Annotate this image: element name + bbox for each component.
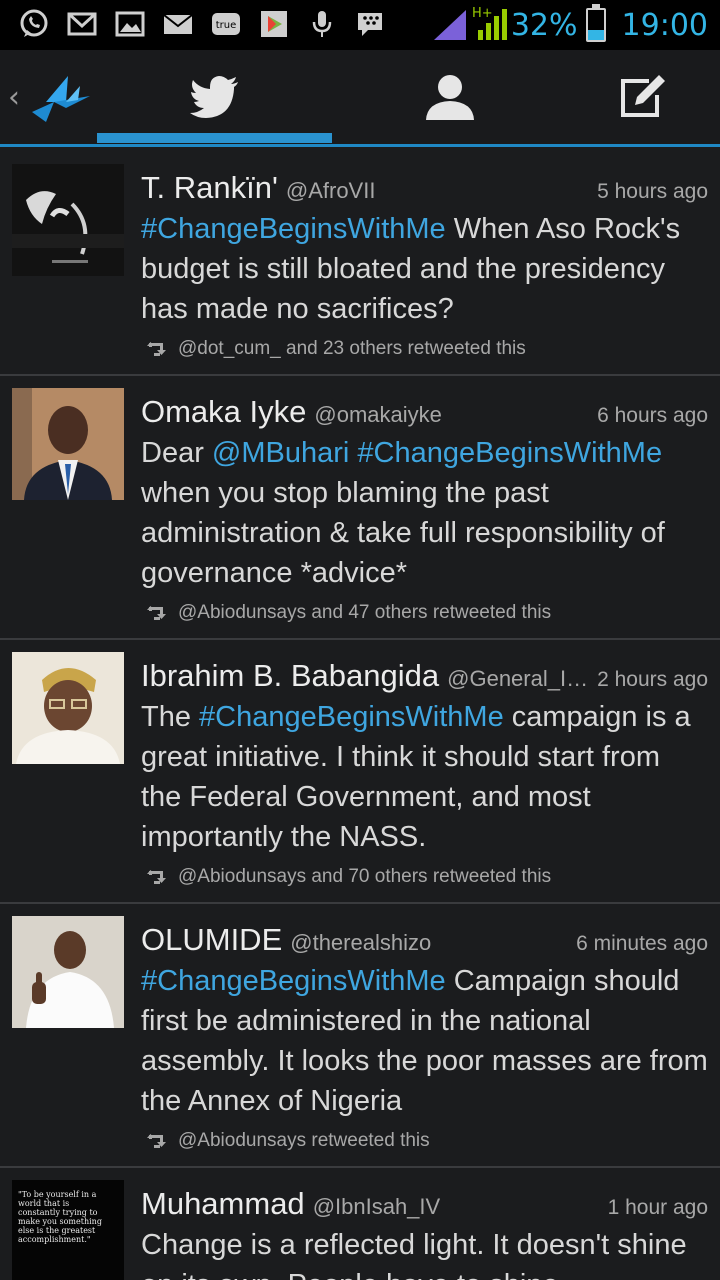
retweet-info: @Abiodunsays and 70 others retweeted thi… [146, 866, 551, 888]
microphone-icon [312, 11, 332, 37]
back-caret-icon[interactable]: ‹ [8, 80, 20, 115]
retweet-info: @Abiodunsays and 47 others retweeted thi… [146, 602, 551, 624]
tweet-time: 6 minutes ago [576, 932, 708, 955]
tweet-time: 2 hours ago [597, 668, 708, 691]
man-in-cap-avatar[interactable] [12, 652, 124, 764]
battery-percent: 32% [510, 7, 578, 43]
twitter-bird-icon [189, 76, 238, 118]
tweet-text: Dear [141, 437, 212, 469]
gallery-icon [115, 11, 145, 37]
tweet-item[interactable]: OLUMIDE @therealshizo 6 minutes ago #Cha… [0, 904, 720, 1168]
hashtag-link[interactable]: #ChangeBeginsWithMe [141, 213, 446, 245]
author-handle[interactable]: @AfroVII [286, 178, 376, 204]
tab-timeline[interactable] [97, 50, 332, 144]
retweet-text: @Abiodunsays retweeted this [178, 1130, 430, 1151]
thumbs-up-man-avatar[interactable] [12, 916, 124, 1028]
tweet-body[interactable]: #ChangeBeginsWithMe Campaign should firs… [141, 961, 708, 1121]
author-handle[interactable]: @therealshizo [290, 930, 431, 956]
tweet-text: Change is a reflected light. It doesn't … [141, 1229, 687, 1280]
retweet-text: @Abiodunsays and 70 others retweeted thi… [178, 866, 552, 887]
retweet-info: @dot_cum_ and 23 others retweeted this [146, 338, 526, 360]
clock: 19:00 [621, 7, 708, 43]
author-name[interactable]: Muhammad [141, 1186, 305, 1222]
author-handle[interactable]: @omakaiyke [314, 402, 442, 428]
tweet-time: 5 hours ago [597, 180, 708, 203]
email-icon [163, 14, 193, 34]
author-handle[interactable]: @IbnIsah_IV [313, 1194, 441, 1220]
signal-icon [434, 10, 466, 40]
mention-link[interactable]: @MBuhari [212, 437, 349, 469]
author-name[interactable]: Omaka Iyke [141, 394, 306, 430]
retweet-info: @Abiodunsays retweeted this [146, 1130, 430, 1152]
battery-icon [585, 4, 606, 42]
retweet-icon [147, 606, 166, 620]
retweet-icon [147, 342, 166, 356]
tweet-item[interactable]: Omaka Iyke @omakaiyke 6 hours ago Dear @… [0, 376, 720, 640]
status-bar: true H+ 32% 19:00 [0, 0, 720, 50]
retweet-icon [147, 870, 166, 884]
action-bar: ‹ [0, 50, 720, 147]
author-name[interactable]: T. Rankïn' [141, 170, 278, 206]
tab-profile[interactable] [332, 50, 567, 144]
playstore-icon [261, 11, 287, 37]
retweet-text: @dot_cum_ and 23 others retweeted this [178, 338, 526, 359]
tweet-body[interactable]: #ChangeBeginsWithMe When Aso Rock's budg… [141, 209, 708, 329]
retweet-text: @Abiodunsays and 47 others retweeted thi… [178, 602, 552, 623]
tweet-item[interactable]: T. Rankïn' @AfroVII 5 hours ago #ChangeB… [0, 150, 720, 376]
avatar-quote-text: "To be yourself in a world that is const… [18, 1190, 102, 1244]
hashtag-link[interactable]: #ChangeBeginsWithMe [141, 965, 446, 997]
tab-compose[interactable] [567, 50, 720, 144]
app-logo-icon[interactable] [28, 72, 90, 124]
tweet-time: 1 hour ago [607, 1196, 708, 1219]
person-icon [425, 75, 474, 120]
gmail-icon [67, 12, 97, 36]
hashtag-link[interactable]: #ChangeBeginsWithMe [357, 437, 662, 469]
tweet-body[interactable]: Change is a reflected light. It doesn't … [141, 1225, 708, 1280]
hashtag-link[interactable]: #ChangeBeginsWithMe [199, 701, 504, 733]
quote-text-avatar[interactable]: "To be yourself in a world that is const… [12, 1180, 124, 1280]
man-in-suit-avatar[interactable] [12, 388, 124, 500]
mobile-data-icon [478, 9, 507, 40]
truecaller-icon: true [212, 13, 240, 35]
tweet-text: The [141, 701, 200, 733]
author-name[interactable]: Ibrahim B. Babangida [141, 658, 439, 694]
tweet-item[interactable]: "To be yourself in a world that is const… [0, 1168, 720, 1280]
svg-text:true: true [216, 20, 237, 31]
whatsapp-icon [20, 9, 48, 37]
author-handle[interactable]: @General_Ibb... [447, 666, 595, 692]
retweet-icon [147, 1134, 166, 1148]
album-cover-avatar[interactable] [12, 164, 124, 276]
author-name[interactable]: OLUMIDE [141, 922, 282, 958]
bbm-icon [358, 13, 382, 36]
tweet-body[interactable]: The #ChangeBeginsWithMe campaign is a gr… [141, 697, 708, 857]
tweet-body[interactable]: Dear @MBuhari #ChangeBeginsWithMe when y… [141, 433, 708, 593]
active-tab-indicator [97, 133, 332, 143]
tweet-item[interactable]: Ibrahim B. Babangida @General_Ibb... 2 h… [0, 640, 720, 904]
tweet-text: when you stop blaming the past administr… [141, 477, 665, 589]
compose-icon [620, 75, 665, 117]
tweet-time: 6 hours ago [597, 404, 708, 427]
